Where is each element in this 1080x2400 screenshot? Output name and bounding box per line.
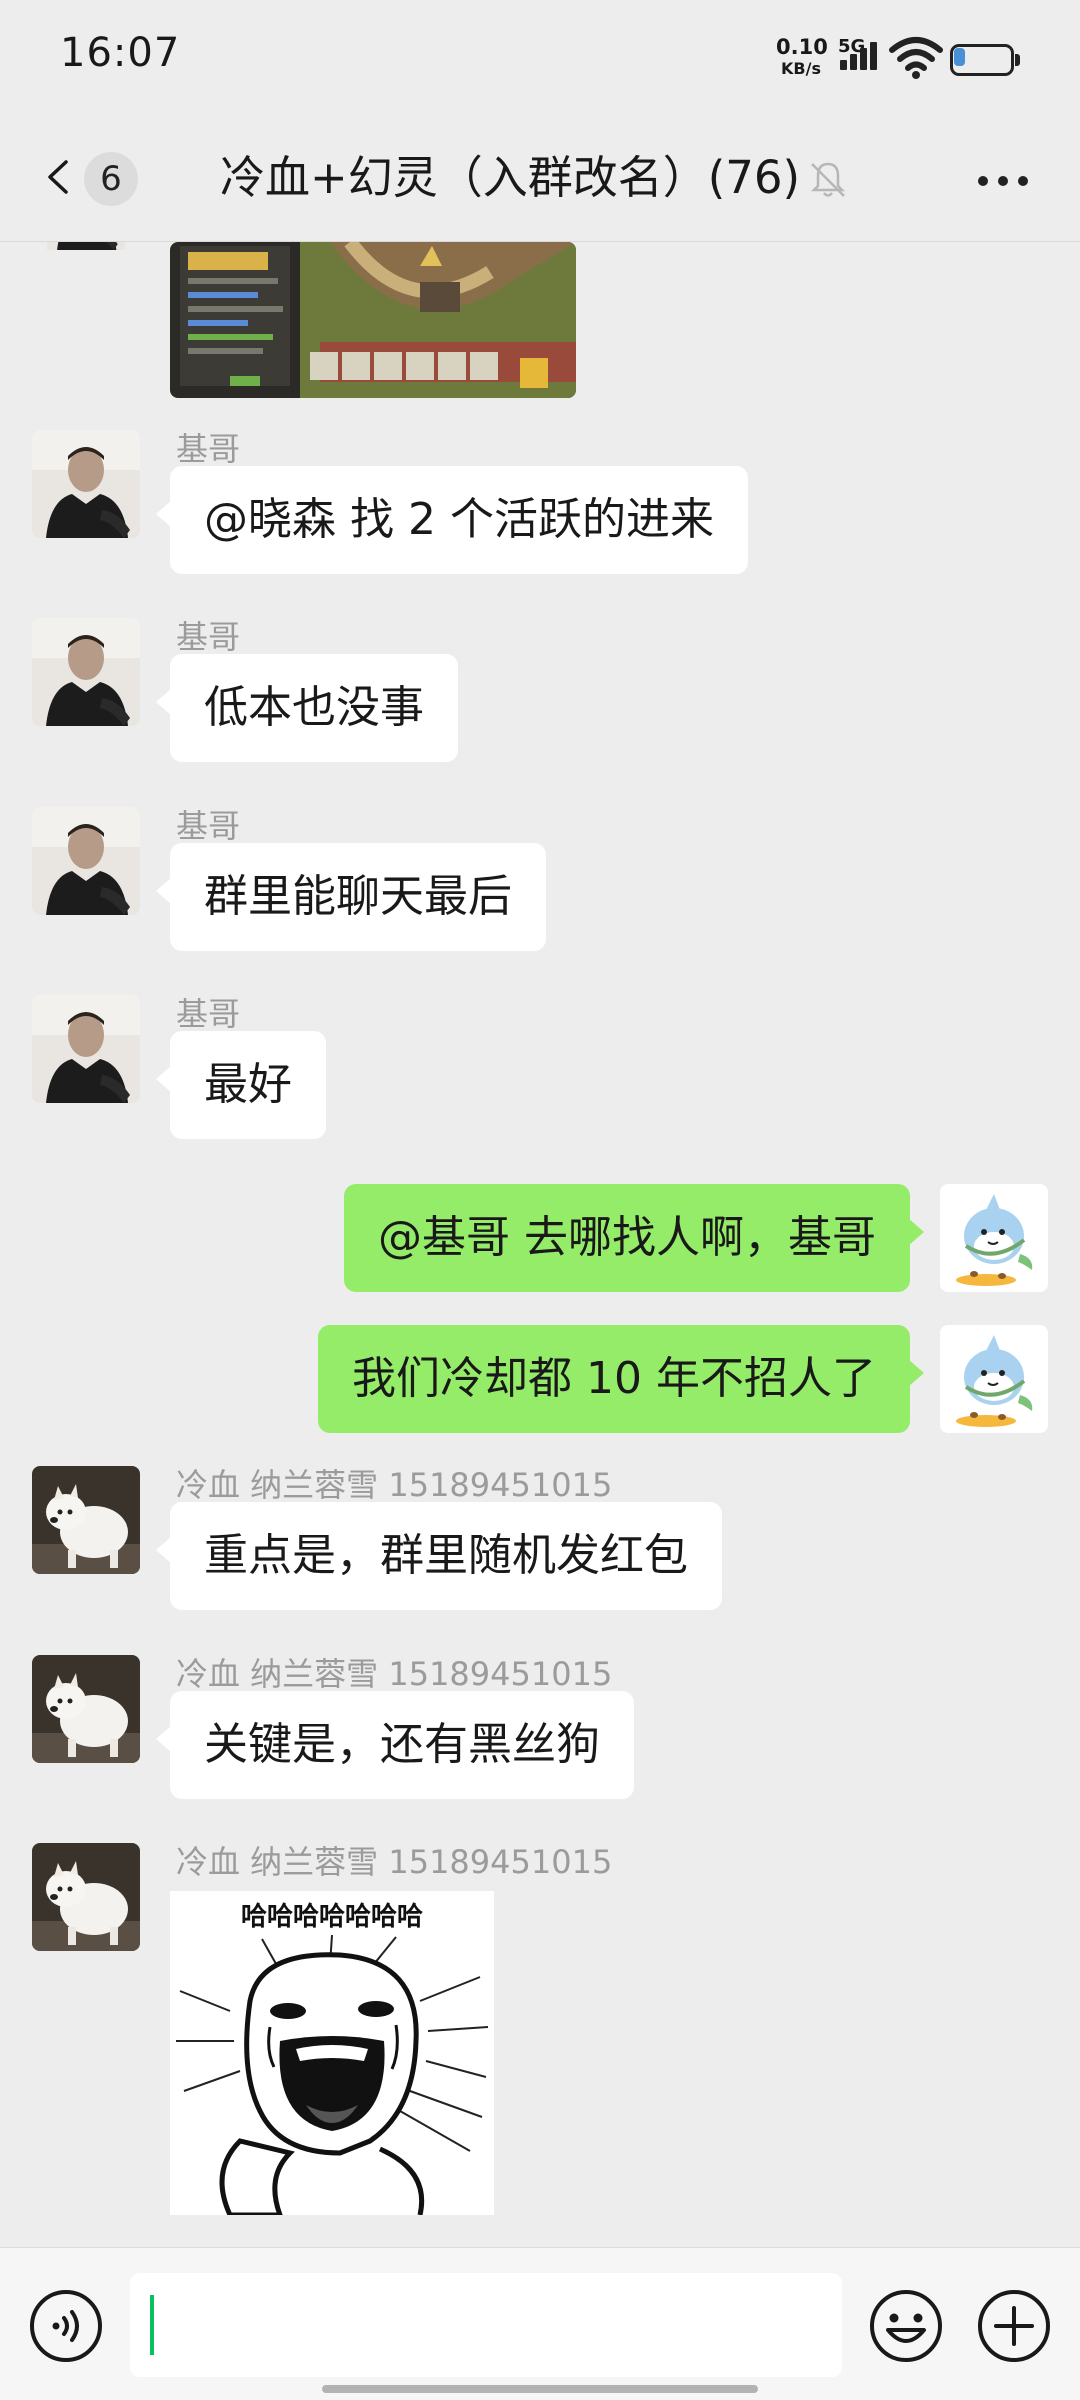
voice-icon[interactable] bbox=[28, 2288, 104, 2364]
laughing-meme-image: 哈哈哈哈哈哈哈 bbox=[170, 1891, 494, 2215]
message-item: 基哥 低本也没事 bbox=[0, 618, 1080, 762]
status-bar: 16:07 0.10 KB/s 5G bbox=[0, 0, 1080, 116]
battery-level-fill bbox=[954, 48, 965, 66]
avatar[interactable] bbox=[32, 1466, 140, 1574]
message-item: 我们冷却都 10 年不招人了 bbox=[0, 1325, 1080, 1435]
avatar[interactable] bbox=[32, 618, 140, 726]
message-bubble[interactable]: 关键是，还有黑丝狗 bbox=[156, 1691, 634, 1799]
message-bubble[interactable]: 群里能聊天最后 bbox=[156, 843, 546, 951]
chevron-left-icon bbox=[48, 160, 68, 194]
message-list[interactable]: 基哥 @晓森 找 2 个活跃的进来 基哥 低本也没事 基哥 群里能聊天最后 基哥… bbox=[0, 242, 1080, 2247]
more-options-button[interactable] bbox=[966, 156, 1042, 204]
network-speed-unit: KB/s bbox=[781, 59, 821, 78]
sticker-message[interactable]: 哈哈哈哈哈哈哈 bbox=[170, 1891, 494, 2215]
message-item: 基哥 @晓森 找 2 个活跃的进来 bbox=[0, 430, 1080, 574]
text-caret bbox=[150, 2295, 154, 2355]
message-bubble[interactable]: 重点是，群里随机发红包 bbox=[156, 1502, 722, 1610]
chat-screen: 16:07 0.10 KB/s 5G 6 冷血+幻灵（入群改名）(76) 基哥 … bbox=[0, 0, 1080, 2400]
sender-name: 基哥 bbox=[176, 618, 241, 656]
message-input[interactable] bbox=[130, 2273, 842, 2377]
chat-title: 冷血+幻灵（入群改名）(76) bbox=[220, 151, 801, 204]
sticker-caption: 哈哈哈哈哈哈哈 bbox=[241, 1902, 423, 1932]
message-item: 冷血 纳兰蓉雪 15189451015 重点是，群里随机发红包 bbox=[0, 1466, 1080, 1610]
sender-name: 基哥 bbox=[176, 807, 241, 845]
avatar[interactable] bbox=[940, 1184, 1048, 1292]
message-item: @基哥 去哪找人啊，基哥 bbox=[0, 1184, 1080, 1294]
sender-name: 冷血 纳兰蓉雪 15189451015 bbox=[176, 1843, 613, 1881]
chat-header: 6 冷血+幻灵（入群改名）(76) bbox=[0, 116, 1080, 242]
message-bubble[interactable]: @晓森 找 2 个活跃的进来 bbox=[156, 466, 748, 574]
wifi-icon bbox=[889, 37, 943, 79]
back-button[interactable]: 6 bbox=[34, 146, 144, 210]
avatar[interactable] bbox=[32, 1655, 140, 1763]
message-item bbox=[0, 242, 1080, 402]
unread-count-badge: 6 bbox=[84, 152, 138, 206]
message-item: 冷血 纳兰蓉雪 15189451015 关键是，还有黑丝狗 bbox=[0, 1655, 1080, 1799]
avatar[interactable] bbox=[32, 430, 140, 538]
avatar[interactable] bbox=[940, 1325, 1048, 1433]
message-bubble[interactable]: @基哥 去哪找人啊，基哥 bbox=[344, 1184, 924, 1292]
home-indicator[interactable] bbox=[322, 2385, 758, 2393]
emoji-icon[interactable] bbox=[868, 2288, 944, 2364]
message-item: 冷血 纳兰蓉雪 15189451015 哈哈哈哈哈哈哈 bbox=[0, 1843, 1080, 2247]
status-time: 16:07 bbox=[60, 30, 181, 76]
avatar[interactable] bbox=[32, 995, 140, 1103]
image-message[interactable] bbox=[170, 242, 576, 398]
sender-name: 冷血 纳兰蓉雪 15189451015 bbox=[176, 1655, 613, 1693]
battery-icon bbox=[950, 44, 1020, 76]
avatar[interactable] bbox=[32, 242, 140, 280]
message-bubble[interactable]: 我们冷却都 10 年不招人了 bbox=[318, 1325, 924, 1433]
sender-name: 基哥 bbox=[176, 430, 241, 468]
message-bubble[interactable]: 最好 bbox=[156, 1031, 326, 1139]
network-speed-value: 0.10 bbox=[776, 35, 828, 59]
plus-icon[interactable] bbox=[976, 2288, 1052, 2364]
message-item: 基哥 群里能聊天最后 bbox=[0, 807, 1080, 951]
sender-name: 基哥 bbox=[176, 995, 241, 1033]
mute-bell-icon bbox=[810, 162, 846, 197]
input-bar bbox=[0, 2247, 1080, 2400]
message-item: 基哥 最好 bbox=[0, 995, 1080, 1139]
avatar[interactable] bbox=[32, 1843, 140, 1951]
sender-name: 冷血 纳兰蓉雪 15189451015 bbox=[176, 1466, 613, 1504]
message-bubble[interactable]: 低本也没事 bbox=[156, 654, 458, 762]
network-speed: 0.10 KB/s bbox=[776, 35, 828, 80]
game-screenshot-image bbox=[170, 242, 576, 398]
avatar[interactable] bbox=[32, 807, 140, 915]
